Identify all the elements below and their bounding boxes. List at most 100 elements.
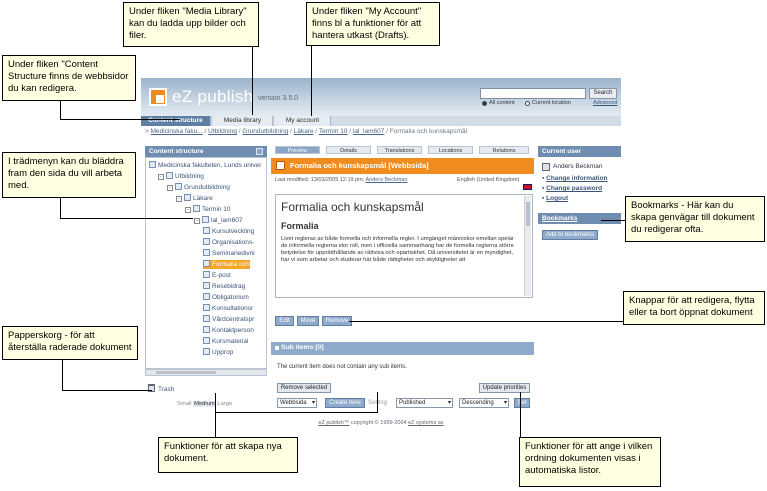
tree-node[interactable]: Seminariedivni bbox=[203, 249, 255, 258]
language-label: English (United Kingdom) bbox=[457, 177, 520, 183]
remove-button[interactable]: Remove bbox=[322, 316, 352, 326]
tree-node[interactable]: Obligatorium bbox=[203, 293, 249, 302]
main-tabs: Content structure Media library My accou… bbox=[141, 116, 621, 126]
current-user-title: Current user bbox=[538, 146, 621, 157]
folder-icon bbox=[203, 348, 210, 355]
tree-node-label: Vårdcentralspr bbox=[212, 316, 255, 323]
breadcrumb-link[interactable]: Läkare bbox=[294, 128, 314, 135]
leader-line bbox=[601, 220, 625, 221]
tree-node[interactable]: Formalia och bbox=[203, 260, 250, 269]
tree-horizontal-scrollbar[interactable] bbox=[145, 369, 267, 376]
ez-systems-link[interactable]: eZ systems as bbox=[408, 420, 443, 426]
document-icon bbox=[276, 161, 285, 170]
tree-node[interactable]: Medicinska fakulteten, Lunds univer bbox=[149, 161, 261, 170]
tree-node[interactable]: Resebidrag bbox=[203, 282, 245, 291]
create-here-button[interactable]: Create here bbox=[325, 398, 365, 408]
radio-all-content[interactable] bbox=[482, 101, 487, 106]
leader-line bbox=[311, 46, 312, 116]
subtab-preview[interactable]: Preview bbox=[275, 146, 320, 154]
search-input[interactable] bbox=[480, 88, 586, 99]
tree-node[interactable]: Vårdcentralspr bbox=[203, 315, 254, 324]
logout-link[interactable]: ▪ Logout bbox=[542, 195, 568, 202]
tree-node[interactable]: Kursmaterial bbox=[203, 337, 248, 346]
tree-toggle-icon[interactable]: - bbox=[167, 185, 173, 191]
breadcrumb-link[interactable]: Medicinska faku... bbox=[151, 128, 203, 135]
tree-node[interactable]: - Läkare bbox=[176, 194, 213, 203]
update-priorities-button[interactable]: Update priorities bbox=[479, 383, 530, 393]
breadcrumb-link[interactable]: Utbildning bbox=[208, 128, 237, 135]
tree-node-label: Termin 10 bbox=[202, 206, 231, 213]
last-modified-text: Last modified: 13/03/2005 12:19 pm, bbox=[275, 177, 366, 183]
breadcrumb-link[interactable]: Grundutbildning bbox=[242, 128, 288, 135]
tree-node[interactable]: - Utbildning bbox=[158, 172, 204, 181]
tree-node[interactable]: Kursutveckling bbox=[203, 227, 254, 236]
scrollbar-thumb[interactable] bbox=[526, 202, 530, 226]
callout-trash: Papperskorg - för att återställa raderad… bbox=[2, 326, 138, 360]
author-link[interactable]: Anders Beckman bbox=[366, 177, 408, 183]
expand-icon[interactable] bbox=[275, 346, 279, 350]
document-text: Livet regleras av både formella och info… bbox=[281, 236, 514, 263]
tree-toggle-icon[interactable]: - bbox=[176, 196, 182, 202]
tree-node[interactable]: Organisations- bbox=[203, 238, 254, 247]
tree-node-label: Kontaktperson bbox=[212, 327, 254, 334]
tree-toggle-icon[interactable]: - bbox=[158, 174, 164, 180]
tab-content-structure[interactable]: Content structure bbox=[141, 116, 211, 126]
size-large-link[interactable]: Large bbox=[217, 401, 232, 407]
size-small-link[interactable]: Small bbox=[177, 401, 192, 407]
radio-all-content-label: All content bbox=[489, 100, 515, 106]
panel-collapse-icon[interactable] bbox=[256, 148, 263, 155]
tree-toggle-icon[interactable]: - bbox=[194, 218, 200, 224]
breadcrumb: > Medicinska faku... / Utbildning / Grun… bbox=[145, 128, 468, 135]
create-class-select[interactable]: Webbsida bbox=[277, 398, 317, 408]
user-icon bbox=[542, 163, 550, 171]
size-medium-link[interactable]: Medium bbox=[193, 401, 216, 407]
callout-my-account: Under fliken "My Account" finns bl a fun… bbox=[306, 2, 440, 46]
search-button[interactable]: Search bbox=[589, 88, 617, 99]
tree-node[interactable]: - Grundutbildning bbox=[167, 183, 230, 192]
document-title: Formalia och kunskapsmål bbox=[281, 200, 424, 214]
folder-icon bbox=[166, 172, 173, 179]
change-information-link[interactable]: ▪ Change information bbox=[542, 175, 608, 182]
tree-node[interactable]: Upprop bbox=[203, 348, 233, 357]
subtab-translations[interactable]: Translations bbox=[377, 146, 422, 154]
move-button[interactable]: Move bbox=[297, 316, 319, 326]
radio-current-location[interactable] bbox=[525, 101, 530, 106]
advanced-search-link[interactable]: Advanced bbox=[593, 100, 617, 106]
subtab-relations[interactable]: Relations bbox=[479, 146, 529, 154]
tree-node[interactable]: E-post bbox=[203, 271, 231, 280]
tree-node-label: Konsultationsr bbox=[212, 305, 254, 312]
ez-publish-link[interactable]: eZ publish™ bbox=[318, 420, 349, 426]
tree-node[interactable]: Konsultationsr bbox=[203, 304, 253, 313]
tree-toggle-icon[interactable]: - bbox=[185, 207, 191, 213]
scrollbar-thumb[interactable] bbox=[156, 371, 216, 374]
change-password-link[interactable]: ▪ Change password bbox=[542, 185, 602, 192]
tree-node[interactable]: Kontaktperson bbox=[203, 326, 254, 335]
add-to-bookmarks-button[interactable]: Add to bookmarks bbox=[542, 230, 598, 240]
edit-button[interactable]: Edit bbox=[275, 316, 294, 326]
folder-icon bbox=[203, 271, 210, 278]
preview-vertical-scrollbar[interactable] bbox=[524, 196, 531, 296]
tree-node-label: Medicinska fakulteten, Lunds univer bbox=[158, 162, 262, 169]
set-sorting-button[interactable]: Set bbox=[514, 398, 530, 408]
trash-link[interactable]: Trash bbox=[148, 384, 174, 393]
left-panel-title: Content structure bbox=[145, 146, 267, 157]
tree-node[interactable]: - lal_lam607 bbox=[194, 216, 242, 225]
subtab-locations[interactable]: Locations bbox=[428, 146, 473, 154]
folder-icon bbox=[203, 293, 210, 300]
tree-node[interactable]: - Termin 10 bbox=[185, 205, 231, 214]
leader-line bbox=[377, 392, 378, 413]
leader-line bbox=[60, 101, 61, 120]
breadcrumb-link[interactable]: lal_lam607 bbox=[353, 128, 384, 135]
sort-order-select[interactable]: Descending bbox=[459, 398, 509, 408]
breadcrumb-link[interactable]: Termin 10 bbox=[319, 128, 348, 135]
sort-field-select[interactable]: Published bbox=[396, 398, 453, 408]
bookmarks-title[interactable]: Bookmarks bbox=[538, 213, 621, 224]
subtab-details[interactable]: Details bbox=[326, 146, 371, 154]
change-password-label: Change password bbox=[546, 185, 603, 192]
tab-my-account[interactable]: My account bbox=[275, 116, 331, 126]
trash-label: Trash bbox=[158, 386, 175, 393]
remove-selected-button[interactable]: Remove selected bbox=[277, 383, 331, 393]
tab-media-library[interactable]: Media library bbox=[213, 116, 273, 126]
folder-icon bbox=[203, 260, 210, 267]
logo-text: eZ publish bbox=[172, 87, 254, 106]
